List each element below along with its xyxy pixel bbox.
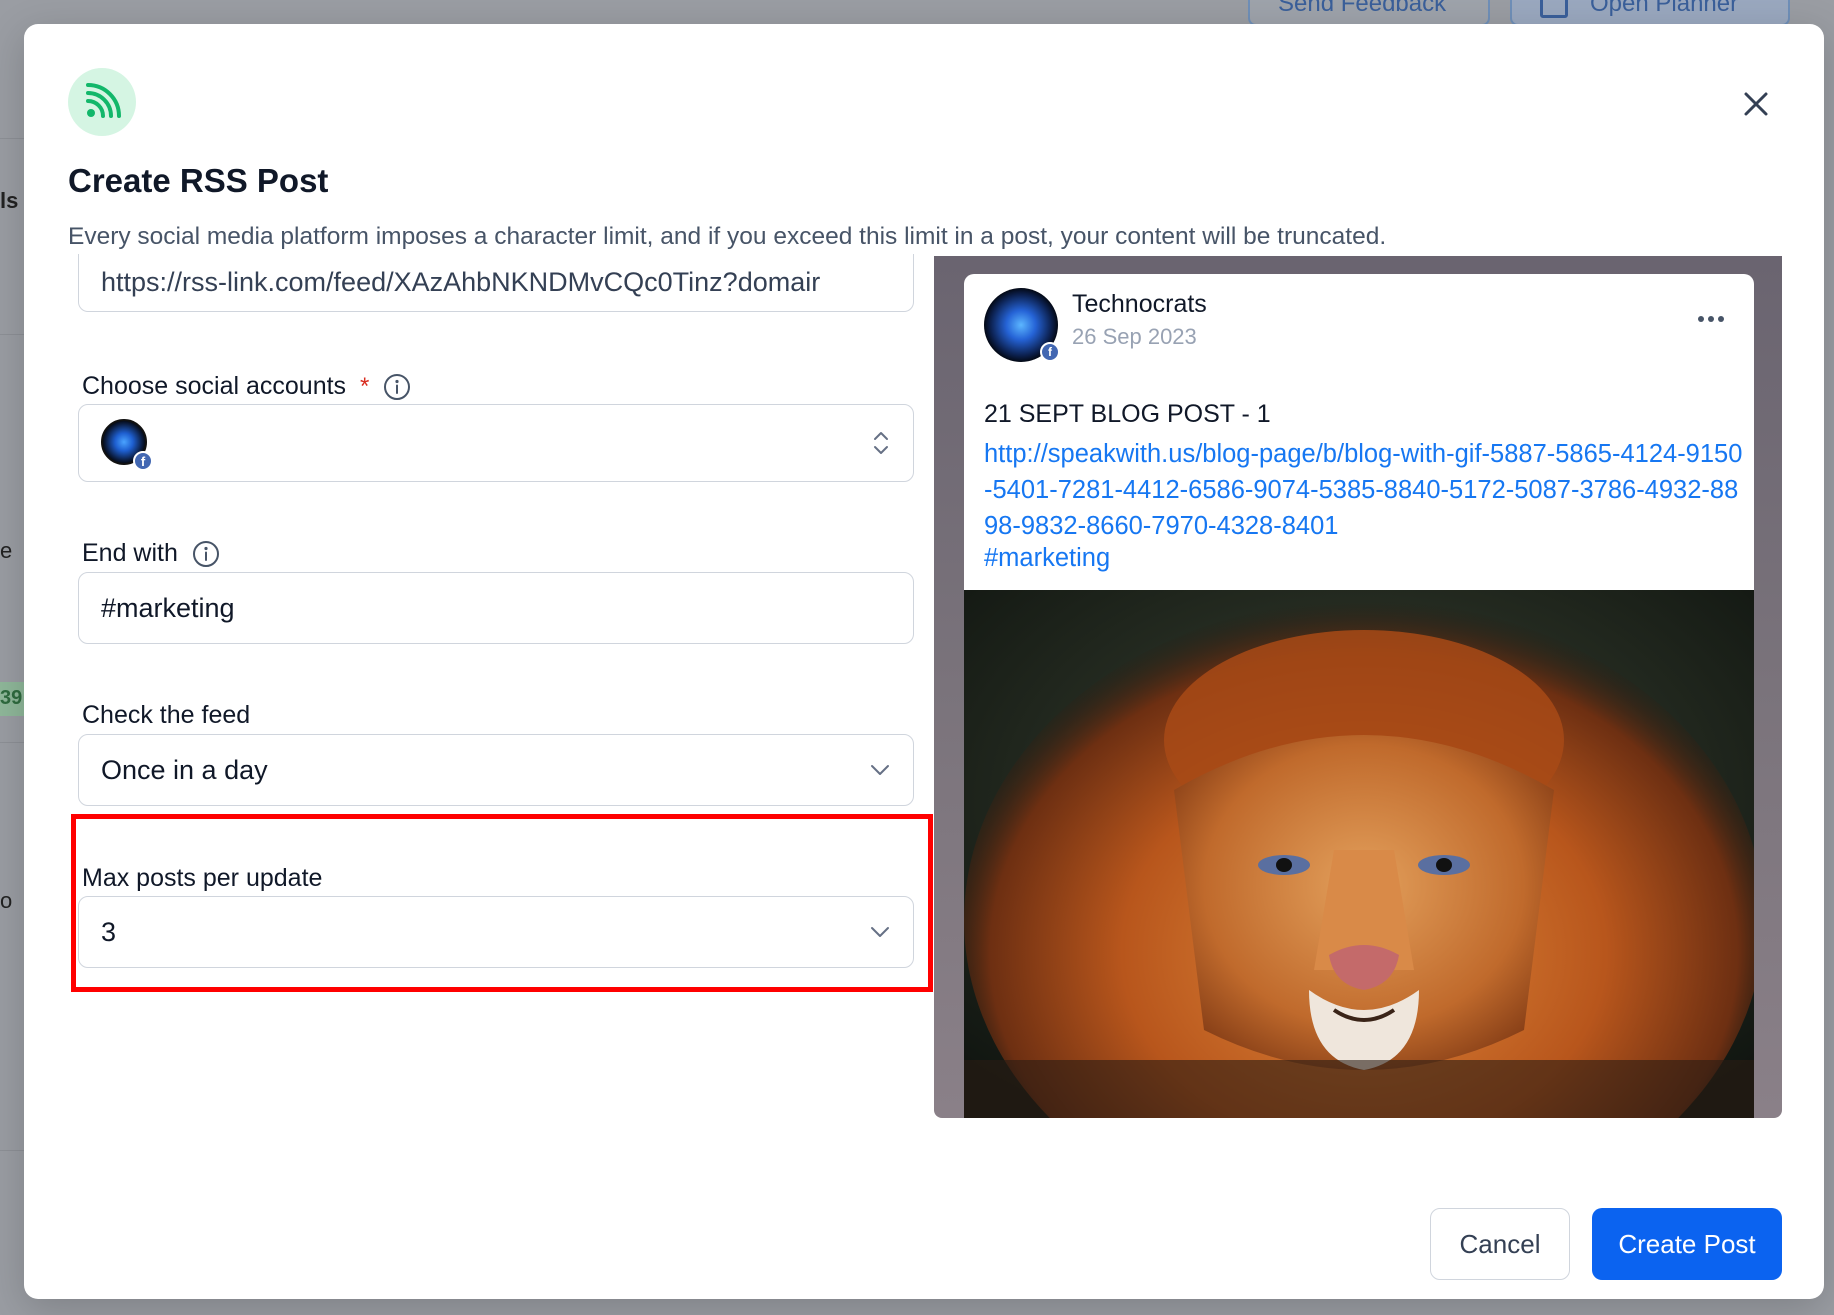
modal-description: Every social media platform imposes a ch… (68, 223, 1387, 250)
close-icon (1744, 92, 1768, 116)
create-rss-post-modal: Create RSS Post Every social media platf… (24, 24, 1824, 1299)
post-date: 26 Sep 2023 (1072, 324, 1197, 349)
info-icon[interactable] (192, 540, 220, 568)
check-feed-value: Once in a day (101, 754, 268, 785)
facebook-icon: f (1040, 342, 1060, 362)
open-planner-button: Open Planner (1510, 0, 1790, 26)
check-feed-select[interactable]: Once in a day (78, 734, 914, 806)
post-avatar: f (984, 288, 1060, 362)
post-hashtag[interactable]: #marketing (984, 544, 1110, 573)
bg-divider (0, 1150, 26, 1151)
end-with-input[interactable]: #marketing (78, 572, 914, 644)
post-preview-panel: f Technocrats 26 Sep 2023 21 SEPT BLOG P… (934, 256, 1782, 1118)
post-preview-card: f Technocrats 26 Sep 2023 21 SEPT BLOG P… (964, 274, 1754, 1118)
bg-count-badge: 39 (0, 682, 26, 716)
max-posts-value: 3 (101, 916, 117, 947)
social-accounts-label-text: Choose social accounts (82, 372, 347, 400)
end-with-label: End with (82, 539, 220, 568)
lion-image (964, 590, 1754, 1118)
max-posts-label: Max posts per update (82, 864, 322, 893)
post-link[interactable]: http://speakwith.us/blog-page/b/blog-wit… (984, 436, 1744, 544)
account-avatar[interactable]: f (101, 419, 153, 471)
bg-text-fragment: o (0, 888, 13, 913)
bg-text-fragment: e (0, 538, 13, 563)
max-posts-label-text: Max posts per update (82, 864, 323, 892)
info-icon[interactable] (383, 373, 411, 401)
bg-text-fragment: ls (0, 188, 19, 213)
end-with-label-text: End with (82, 539, 178, 567)
required-mark: * (360, 372, 370, 400)
feed-url-value: https://rss-link.com/feed/XAzAhbNKNDMvCQ… (101, 267, 821, 297)
end-with-value: #marketing (101, 592, 235, 623)
bg-divider (0, 334, 26, 335)
more-options-icon[interactable] (1698, 316, 1724, 322)
send-feedback-label: Send Feedback (1278, 0, 1447, 17)
planner-icon (1540, 0, 1568, 18)
bg-divider (0, 138, 26, 139)
send-feedback-button: Send Feedback (1248, 0, 1490, 26)
social-accounts-select[interactable]: f (78, 404, 914, 482)
bg-divider (0, 742, 26, 743)
cancel-button[interactable]: Cancel (1430, 1208, 1570, 1280)
max-posts-select[interactable]: 3 (78, 896, 914, 968)
chevron-up-down-icon (871, 427, 891, 459)
social-accounts-label: Choose social accounts * (82, 372, 411, 401)
modal-title: Create RSS Post (68, 162, 329, 199)
post-account-name: Technocrats (1072, 290, 1207, 318)
check-feed-label-text: Check the feed (82, 701, 251, 729)
check-feed-label: Check the feed (82, 701, 250, 730)
facebook-icon: f (133, 451, 153, 471)
chevron-down-icon (869, 763, 891, 777)
chevron-down-icon (869, 925, 891, 939)
open-planner-label: Open Planner (1590, 0, 1739, 17)
feed-url-input[interactable]: https://rss-link.com/feed/XAzAhbNKNDMvCQ… (78, 254, 914, 312)
rss-icon (68, 68, 136, 136)
create-post-button[interactable]: Create Post (1592, 1208, 1782, 1280)
post-title: 21 SEPT BLOG POST - 1 (984, 400, 1271, 428)
close-button[interactable] (1734, 82, 1778, 126)
